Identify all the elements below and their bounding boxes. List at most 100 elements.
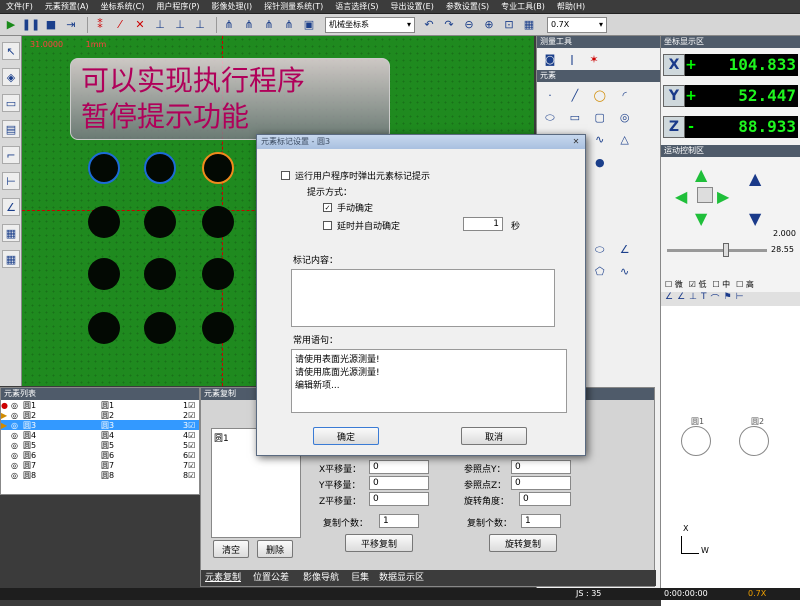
angle-icon[interactable]: ∠: [616, 240, 634, 258]
align3-icon[interactable]: ⋔: [261, 17, 277, 33]
pentagon-icon[interactable]: ⬠: [591, 263, 609, 281]
auto-confirm-checkbox[interactable]: [323, 221, 332, 230]
speed-micro[interactable]: ☐ 微: [665, 279, 683, 290]
angle-tool-icon[interactable]: ∠: [665, 292, 673, 306]
curve-icon[interactable]: ∿: [591, 131, 609, 149]
phrase-item[interactable]: 请使用表面光源测量!: [295, 352, 563, 365]
speed-low[interactable]: ☑ 低: [689, 279, 707, 290]
tab-element-copy[interactable]: 元素复制: [205, 570, 241, 583]
point-icon[interactable]: ·: [541, 86, 559, 104]
align4-icon[interactable]: ⋔: [281, 17, 297, 33]
stop-icon[interactable]: ■: [43, 17, 59, 33]
speed-slider[interactable]: [667, 249, 767, 252]
redo-icon[interactable]: ↷: [441, 17, 457, 33]
list-item[interactable]: ● ◎ 圆1 圆1 1 ☑: [1, 400, 199, 410]
arrow-down-icon[interactable]: ▼: [695, 209, 707, 228]
ellipse-icon[interactable]: ⬭: [541, 109, 559, 127]
z-axis-label[interactable]: Z: [663, 116, 685, 138]
mark-content-textarea[interactable]: [291, 269, 555, 327]
grid-icon[interactable]: ▦: [521, 17, 537, 33]
dimension-icon[interactable]: ⊢: [736, 292, 744, 306]
t-icon[interactable]: T: [701, 292, 707, 306]
cancel-button[interactable]: 取消: [461, 427, 527, 445]
list-item[interactable]: ◎ 圆4 圆4 4 ☑: [1, 430, 199, 440]
tolerance-icon[interactable]: ⊥: [689, 292, 697, 306]
speed-mid[interactable]: ☐ 中: [712, 279, 730, 290]
tab-data-display[interactable]: 数据显示区: [379, 570, 424, 583]
list-item[interactable]: ◎ 圆6 圆6 6 ☑: [1, 450, 199, 460]
matrix2-icon[interactable]: ▦: [2, 250, 20, 268]
coord-system-select[interactable]: 机械坐标系 ▾: [325, 16, 415, 33]
arrow-up-icon[interactable]: ▲: [695, 165, 707, 184]
wave-icon[interactable]: ∿: [616, 263, 634, 281]
list-item-selected[interactable]: ▶ ◎ 圆3 圆3 3 ☑: [1, 420, 199, 430]
undo-icon[interactable]: ↶: [421, 17, 437, 33]
cross-icon[interactable]: ✕: [132, 17, 148, 33]
phrase-item[interactable]: 请使用底面光源测量!: [295, 365, 563, 378]
copy-count-input[interactable]: 1: [379, 514, 419, 528]
rotate-copy-button[interactable]: 旋转复制: [489, 534, 557, 552]
menu-export[interactable]: 导出设置(E): [385, 1, 440, 12]
save-icon[interactable]: ▣: [301, 17, 317, 33]
line-icon[interactable]: ╱: [566, 86, 584, 104]
point-icon[interactable]: ⁑: [92, 17, 108, 33]
common-phrases-list[interactable]: 请使用表面光源测量! 请使用底面光源测量! 编辑新项...: [291, 349, 567, 413]
phrase-item[interactable]: 编辑新项...: [295, 378, 563, 391]
slot-icon[interactable]: ▢: [591, 108, 609, 126]
manual-confirm-checkbox[interactable]: ✓: [323, 203, 332, 212]
matrix-icon[interactable]: ▦: [2, 224, 20, 242]
probe-y-icon[interactable]: ⊥: [172, 17, 188, 33]
align-icon[interactable]: ⋔: [221, 17, 237, 33]
angle-icon[interactable]: ∠: [2, 198, 20, 216]
laser-icon[interactable]: ✶: [585, 50, 603, 68]
x-axis-label[interactable]: X: [663, 54, 685, 76]
menu-user-program[interactable]: 用户程序(P): [150, 1, 205, 12]
rot-angle-input[interactable]: 0: [519, 492, 571, 506]
zoom-select[interactable]: 0.7X ▾: [547, 16, 607, 33]
delete-button[interactable]: 删除: [257, 540, 293, 558]
cone-icon[interactable]: △: [616, 131, 634, 149]
ellipse-fit-icon[interactable]: ⬭: [591, 241, 609, 259]
tab-image-navigation[interactable]: 影像导航: [303, 570, 339, 583]
clear-button[interactable]: 清空: [213, 540, 249, 558]
stairs-icon[interactable]: ⌐: [2, 146, 20, 164]
speed-high[interactable]: ☐ 高: [736, 279, 754, 290]
flag-icon[interactable]: ⚑: [724, 292, 732, 306]
menu-pro-tools[interactable]: 专业工具(B): [495, 1, 551, 12]
tab-macro[interactable]: 巨集: [351, 570, 369, 583]
list-item[interactable]: ◎ 圆7 圆7 7 ☑: [1, 460, 199, 470]
align2-icon[interactable]: ⋔: [241, 17, 257, 33]
ref-y-input[interactable]: 0: [511, 460, 571, 474]
arrow-left-icon[interactable]: ◀: [675, 187, 687, 206]
y-shift-input[interactable]: 0: [369, 476, 429, 490]
y-axis-label[interactable]: Y: [663, 85, 685, 107]
menu-help[interactable]: 帮助(H): [551, 1, 591, 12]
list-item[interactable]: ◎ 圆5 圆5 5 ☑: [1, 440, 199, 450]
camera-icon[interactable]: ◙: [541, 50, 559, 68]
x-shift-input[interactable]: 0: [369, 460, 429, 474]
ref-z-input[interactable]: 0: [511, 476, 571, 490]
circle-icon[interactable]: ◯: [591, 86, 609, 104]
list-item[interactable]: ◎ 圆8 圆8 8 ☑: [1, 470, 199, 480]
edge-icon[interactable]: ◈: [2, 68, 20, 86]
shift-copy-button[interactable]: 平移复制: [345, 534, 413, 552]
z-up-icon[interactable]: ▲: [749, 169, 761, 188]
distance-icon[interactable]: ⊢: [2, 172, 20, 190]
rot-count-input[interactable]: 1: [521, 514, 561, 528]
popup-checkbox[interactable]: [281, 171, 290, 180]
rect-icon[interactable]: ▭: [2, 94, 20, 112]
sphere-icon[interactable]: ●: [591, 153, 609, 171]
step-icon[interactable]: ⇥: [63, 17, 79, 33]
rectangle-icon[interactable]: ▭: [566, 108, 584, 126]
menu-language[interactable]: 语言选择(S): [329, 1, 384, 12]
menu-file[interactable]: 文件(F): [0, 1, 39, 12]
menu-image-processing[interactable]: 影像处理(I): [205, 1, 258, 12]
arrow-right-icon[interactable]: ▶: [717, 187, 729, 206]
zoom-out-icon[interactable]: ⊖: [461, 17, 477, 33]
tab-position-tolerance[interactable]: 位置公差: [253, 570, 289, 583]
menu-element-preset[interactable]: 元素预置(A): [39, 1, 95, 12]
menu-params[interactable]: 参数设置(S): [440, 1, 495, 12]
probe-icon[interactable]: ǀ: [563, 50, 581, 68]
ring-icon[interactable]: ◎: [616, 108, 634, 126]
probe-z-icon[interactable]: ⊥: [192, 17, 208, 33]
